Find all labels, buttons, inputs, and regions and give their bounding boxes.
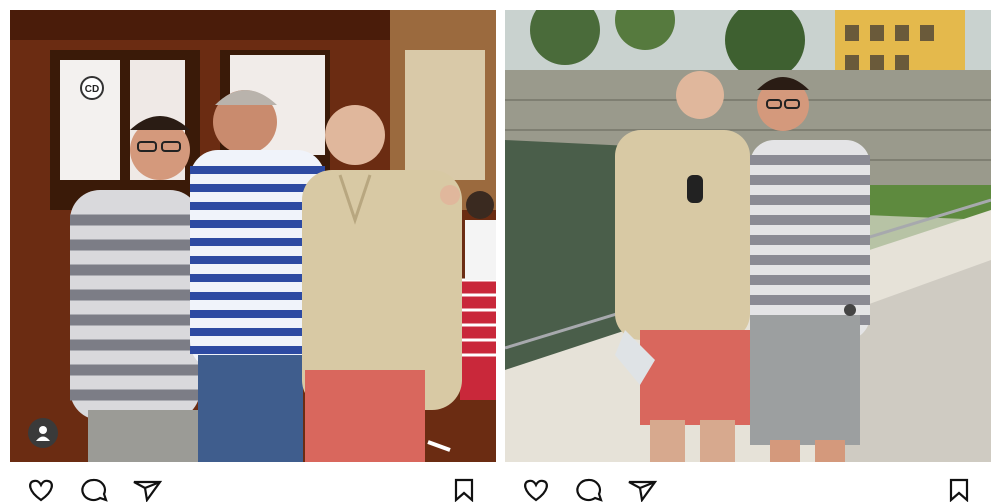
heart-icon[interactable] (24, 476, 58, 502)
left-post-actions (10, 468, 496, 502)
left-photo: CD (10, 10, 496, 462)
bookmark-icon[interactable] (941, 476, 975, 502)
restaurant-scene: CD (10, 10, 496, 462)
share-icon[interactable] (625, 476, 659, 502)
right-post-actions (505, 468, 991, 502)
right-photo (505, 10, 991, 462)
riverside-scene (505, 10, 991, 462)
user-icon (36, 426, 50, 441)
user-tag-button[interactable] (28, 418, 58, 448)
bookmark-icon[interactable] (446, 476, 480, 502)
comment-icon[interactable] (76, 476, 110, 502)
heart-icon[interactable] (519, 476, 553, 502)
cd-sign-text: CD (85, 84, 99, 95)
share-icon[interactable] (130, 476, 164, 502)
comment-icon[interactable] (571, 476, 605, 502)
